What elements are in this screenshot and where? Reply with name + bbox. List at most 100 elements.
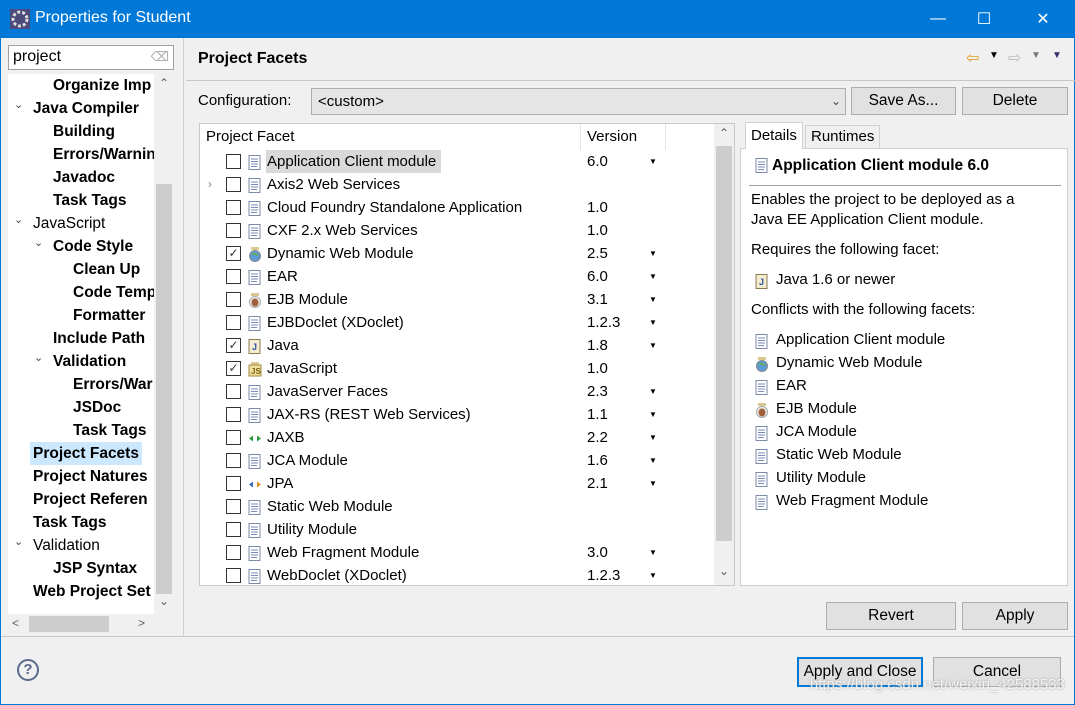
help-button[interactable]: ?: [17, 659, 39, 681]
facet-version[interactable]: 1.1: [587, 403, 608, 426]
facet-version[interactable]: 1.8: [587, 334, 608, 357]
tree-item[interactable]: Formatter: [73, 304, 145, 327]
facet-row[interactable]: JAX-RS (REST Web Services) 1.1 ▼: [200, 403, 715, 426]
facet-row[interactable]: WebDoclet (XDoclet) 1.2.3 ▼: [200, 564, 715, 585]
facet-checkbox[interactable]: [226, 545, 241, 560]
column-header-facet[interactable]: Project Facet: [200, 124, 581, 150]
version-dropdown-icon[interactable]: ▼: [649, 403, 657, 426]
scroll-thumb[interactable]: [716, 146, 732, 541]
version-dropdown-icon[interactable]: ▼: [649, 426, 657, 449]
tree-item[interactable]: Organize Imp: [53, 74, 151, 97]
tree-item[interactable]: Javadoc: [53, 166, 115, 189]
tree-item[interactable]: Task Tags: [33, 511, 107, 534]
view-menu-icon[interactable]: ▼: [1052, 50, 1062, 61]
version-dropdown-icon[interactable]: ▼: [649, 288, 657, 311]
version-dropdown-icon[interactable]: ▼: [649, 472, 657, 495]
tree-item[interactable]: Project Referen: [33, 488, 148, 511]
tree-item[interactable]: Code Style: [53, 235, 133, 258]
version-dropdown-icon[interactable]: ▼: [649, 150, 657, 173]
facet-row[interactable]: › Axis2 Web Services: [200, 173, 715, 196]
facet-version[interactable]: 2.1: [587, 472, 608, 495]
tree-item[interactable]: JSP Syntax: [53, 557, 137, 580]
facet-row[interactable]: ✓ J Java 1.8 ▼: [200, 334, 715, 357]
facet-row[interactable]: CXF 2.x Web Services 1.0: [200, 219, 715, 242]
facet-checkbox[interactable]: [226, 292, 241, 307]
minimize-button[interactable]: —: [915, 0, 961, 38]
scroll-up-icon[interactable]: ⌃: [719, 126, 729, 140]
version-dropdown-icon[interactable]: ▼: [649, 541, 657, 564]
facet-row[interactable]: Web Fragment Module 3.0 ▼: [200, 541, 715, 564]
facet-checkbox[interactable]: [226, 177, 241, 192]
filter-input[interactable]: project ⌫: [8, 45, 174, 70]
facet-checkbox[interactable]: [226, 407, 241, 422]
facet-row[interactable]: JCA Module 1.6 ▼: [200, 449, 715, 472]
facet-version[interactable]: 1.6: [587, 449, 608, 472]
scroll-thumb[interactable]: [29, 616, 109, 632]
tree-item[interactable]: JSDoc: [73, 396, 121, 419]
facet-version[interactable]: 2.2: [587, 426, 608, 449]
tree-vertical-scrollbar[interactable]: ⌃ ⌄: [154, 74, 174, 614]
facet-version[interactable]: 3.1: [587, 288, 608, 311]
version-dropdown-icon[interactable]: ▼: [649, 564, 657, 585]
revert-button[interactable]: Revert: [826, 602, 956, 630]
close-button[interactable]: ✕: [1020, 0, 1066, 38]
facet-version[interactable]: 3.0: [587, 541, 608, 564]
expand-chevron-icon[interactable]: ⌄: [14, 213, 23, 226]
facet-version[interactable]: 6.0: [587, 265, 608, 288]
table-vertical-scrollbar[interactable]: ⌃ ⌄: [714, 124, 734, 585]
facet-version[interactable]: 2.5: [587, 242, 608, 265]
clear-icon[interactable]: ⌫: [151, 49, 169, 65]
facet-checkbox[interactable]: [226, 200, 241, 215]
scroll-right-icon[interactable]: >: [138, 616, 145, 630]
version-dropdown-icon[interactable]: ▼: [649, 380, 657, 403]
facet-checkbox[interactable]: [226, 269, 241, 284]
tree-item[interactable]: Validation: [33, 534, 100, 557]
facet-checkbox[interactable]: ✓: [226, 361, 241, 376]
facet-version[interactable]: 1.2.3: [587, 311, 620, 334]
version-dropdown-icon[interactable]: ▼: [649, 242, 657, 265]
facet-row[interactable]: ✓ JS JavaScript 1.0: [200, 357, 715, 380]
tree-item[interactable]: Include Path: [53, 327, 145, 350]
tree-item[interactable]: Task Tags: [73, 419, 147, 442]
tree-item[interactable]: Validation: [53, 350, 126, 373]
facet-checkbox[interactable]: ✓: [226, 338, 241, 353]
back-arrow-icon[interactable]: ⇦: [966, 48, 979, 68]
version-dropdown-icon[interactable]: ▼: [649, 334, 657, 357]
facet-checkbox[interactable]: [226, 476, 241, 491]
scroll-thumb[interactable]: [156, 184, 172, 594]
column-header-version[interactable]: Version: [581, 124, 666, 150]
maximize-button[interactable]: ☐: [961, 0, 1007, 38]
version-dropdown-icon[interactable]: ▼: [649, 265, 657, 288]
back-menu-icon[interactable]: ▼: [989, 50, 999, 61]
tree-item[interactable]: Project Natures: [33, 465, 148, 488]
facet-checkbox[interactable]: [226, 522, 241, 537]
facet-row[interactable]: JavaServer Faces 2.3 ▼: [200, 380, 715, 403]
tab-details[interactable]: Details: [745, 122, 803, 149]
facet-row[interactable]: EAR 6.0 ▼: [200, 265, 715, 288]
facet-version[interactable]: 6.0: [587, 150, 608, 173]
expand-chevron-icon[interactable]: ⌄: [34, 351, 43, 364]
scroll-left-icon[interactable]: <: [12, 616, 19, 630]
facet-row[interactable]: JPA 2.1 ▼: [200, 472, 715, 495]
facet-version[interactable]: 2.3: [587, 380, 608, 403]
expand-chevron-icon[interactable]: ⌄: [14, 98, 23, 111]
tree-item[interactable]: Building: [53, 120, 115, 143]
facet-row[interactable]: Utility Module: [200, 518, 715, 541]
tab-runtimes[interactable]: Runtimes: [805, 125, 881, 148]
facet-checkbox[interactable]: [226, 499, 241, 514]
facet-row[interactable]: EJB Module 3.1 ▼: [200, 288, 715, 311]
facet-checkbox[interactable]: [226, 154, 241, 169]
facet-checkbox[interactable]: [226, 453, 241, 468]
facet-checkbox[interactable]: [226, 223, 241, 238]
tree-item[interactable]: JavaScript: [33, 212, 105, 235]
tree-horizontal-scrollbar[interactable]: < >: [8, 614, 174, 634]
tree-item[interactable]: Web Project Set: [33, 580, 151, 603]
facet-row[interactable]: Application Client module 6.0 ▼: [200, 150, 715, 173]
tree-item[interactable]: Java Compiler: [33, 97, 139, 120]
scroll-down-icon[interactable]: ⌄: [719, 564, 729, 578]
facet-checkbox[interactable]: [226, 568, 241, 583]
facet-checkbox[interactable]: [226, 384, 241, 399]
forward-arrow-icon[interactable]: ⇨: [1008, 48, 1021, 68]
version-dropdown-icon[interactable]: ▼: [649, 449, 657, 472]
facet-row[interactable]: ✓ Dynamic Web Module 2.5 ▼: [200, 242, 715, 265]
